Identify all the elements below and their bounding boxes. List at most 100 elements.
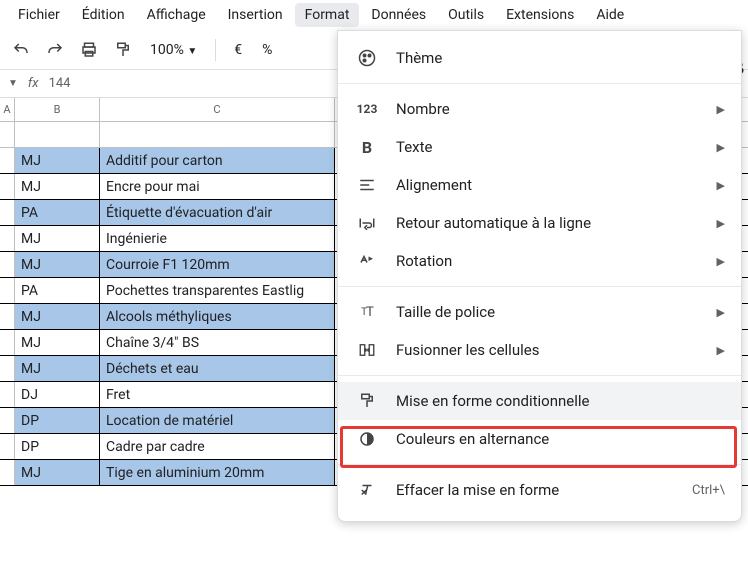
row-header[interactable] [0, 434, 15, 459]
row-header[interactable] [0, 304, 15, 329]
cell-b[interactable]: MJ [15, 252, 100, 277]
menu-text[interactable]: B Texte ▶ [338, 128, 741, 166]
zoom-label: 100% [150, 42, 184, 58]
paint-format-icon[interactable] [110, 37, 136, 63]
menu-donnees[interactable]: Données [361, 3, 436, 27]
chevron-down-icon: ▼ [187, 46, 197, 57]
percent-button[interactable]: % [256, 42, 278, 58]
row-header[interactable] [0, 148, 15, 173]
format-dropdown: Thème 123 Nombre ▶ B Texte ▶ Alignement … [337, 30, 742, 522]
row-header[interactable] [0, 174, 15, 199]
cell-b[interactable]: MJ [15, 226, 100, 251]
col-header-a[interactable]: A [0, 98, 15, 121]
cell-b[interactable]: MJ [15, 330, 100, 355]
row-header[interactable] [0, 460, 15, 485]
cell-c[interactable]: Ingénierie [100, 226, 335, 251]
alt-colors-icon [356, 430, 378, 448]
cell-c[interactable]: Location de matériel [100, 408, 335, 433]
col-header-c[interactable]: C [100, 98, 335, 121]
cell-c[interactable]: Alcools méthyliques [100, 304, 335, 329]
row-header[interactable] [0, 200, 15, 225]
menu-label: Thème [396, 49, 442, 67]
undo-icon[interactable] [8, 37, 34, 63]
menu-outils[interactable]: Outils [438, 3, 494, 27]
submenu-arrow-icon: ▶ [717, 141, 725, 154]
fx-label: fx [28, 76, 39, 91]
menu-separator [338, 83, 741, 84]
currency-button[interactable]: € [228, 42, 248, 58]
col-header-b[interactable]: B [15, 98, 100, 121]
submenu-arrow-icon: ▶ [717, 103, 725, 116]
cell-c[interactable]: Chaîne 3/4" BS [100, 330, 335, 355]
align-icon [356, 176, 378, 194]
menu-number[interactable]: 123 Nombre ▶ [338, 90, 741, 128]
print-icon[interactable] [76, 37, 102, 63]
name-box-chevron-icon[interactable]: ▼ [8, 78, 18, 89]
row-header[interactable] [0, 278, 15, 303]
row-header[interactable] [0, 330, 15, 355]
menu-extensions[interactable]: Extensions [496, 3, 584, 27]
cell-b[interactable]: MJ [15, 304, 100, 329]
menu-wrap[interactable]: Retour automatique à la ligne ▶ [338, 204, 741, 242]
conditional-icon [356, 392, 378, 410]
menu-font-size[interactable]: TT Taille de police ▶ [338, 293, 741, 331]
cell-c[interactable]: Déchets et eau [100, 356, 335, 381]
clear-format-icon [356, 481, 378, 499]
row-header[interactable] [0, 252, 15, 277]
cell-c[interactable]: Courroie F1 120mm [100, 252, 335, 277]
merge-icon [356, 341, 378, 359]
cell-c[interactable]: Pochettes transparentes Eastlig [100, 278, 335, 303]
zoom-level[interactable]: 100% ▼ [144, 42, 203, 58]
menu-insertion[interactable]: Insertion [218, 3, 293, 27]
menu-theme[interactable]: Thème [338, 39, 741, 77]
formula-value[interactable]: 144 [49, 76, 71, 91]
menu-label: Fusionner les cellules [396, 341, 539, 359]
menu-affichage[interactable]: Affichage [137, 3, 216, 27]
menu-separator [338, 375, 741, 376]
submenu-arrow-icon: ▶ [717, 217, 725, 230]
menubar: Fichier Édition Affichage Insertion Form… [0, 0, 748, 30]
menu-conditional-formatting[interactable]: Mise en forme conditionnelle [338, 382, 741, 420]
menu-aide[interactable]: Aide [586, 3, 634, 27]
menu-alternating-colors[interactable]: Couleurs en alternance [338, 420, 741, 458]
menu-separator [338, 286, 741, 287]
cell-b[interactable]: DJ [15, 382, 100, 407]
cell-c[interactable]: Tige en aluminium 20mm [100, 460, 335, 485]
submenu-arrow-icon: ▶ [717, 179, 725, 192]
cell-c[interactable]: Cadre par cadre [100, 434, 335, 459]
menu-format[interactable]: Format [295, 3, 360, 27]
cell-b[interactable]: MJ [15, 148, 100, 173]
submenu-arrow-icon: ▶ [717, 255, 725, 268]
cell-c[interactable]: Étiquette d'évacuation d'air [100, 200, 335, 225]
number-icon: 123 [356, 102, 378, 116]
row-header[interactable] [0, 356, 15, 381]
cell-b[interactable]: MJ [15, 174, 100, 199]
bold-icon: B [356, 138, 378, 157]
cell-b[interactable]: PA [15, 200, 100, 225]
cell-c[interactable]: Encre pour mai [100, 174, 335, 199]
row-header[interactable] [0, 408, 15, 433]
redo-icon[interactable] [42, 37, 68, 63]
cell-c[interactable]: Additif pour carton [100, 148, 335, 173]
menu-label: Couleurs en alternance [396, 430, 549, 448]
cell-c[interactable]: Fret [100, 382, 335, 407]
menu-merge-cells[interactable]: Fusionner les cellules ▶ [338, 331, 741, 369]
row-header[interactable] [0, 226, 15, 251]
menu-fichier[interactable]: Fichier [8, 3, 70, 27]
menu-rotation[interactable]: Rotation ▶ [338, 242, 741, 280]
cell-b[interactable]: MJ [15, 460, 100, 485]
cell-b[interactable]: MJ [15, 356, 100, 381]
cell-b[interactable]: DP [15, 408, 100, 433]
cell[interactable] [15, 122, 100, 147]
menu-clear-formatting[interactable]: Effacer la mise en forme Ctrl+\ [338, 471, 741, 509]
menu-alignment[interactable]: Alignement ▶ [338, 166, 741, 204]
cell[interactable] [100, 122, 335, 147]
theme-icon [356, 48, 378, 68]
menu-label: Retour automatique à la ligne [396, 214, 591, 232]
menu-edition[interactable]: Édition [72, 3, 135, 27]
cell-b[interactable]: PA [15, 278, 100, 303]
row-header[interactable] [0, 122, 15, 147]
cell-b[interactable]: DP [15, 434, 100, 459]
row-header[interactable] [0, 382, 15, 407]
shortcut-label: Ctrl+\ [692, 483, 725, 498]
